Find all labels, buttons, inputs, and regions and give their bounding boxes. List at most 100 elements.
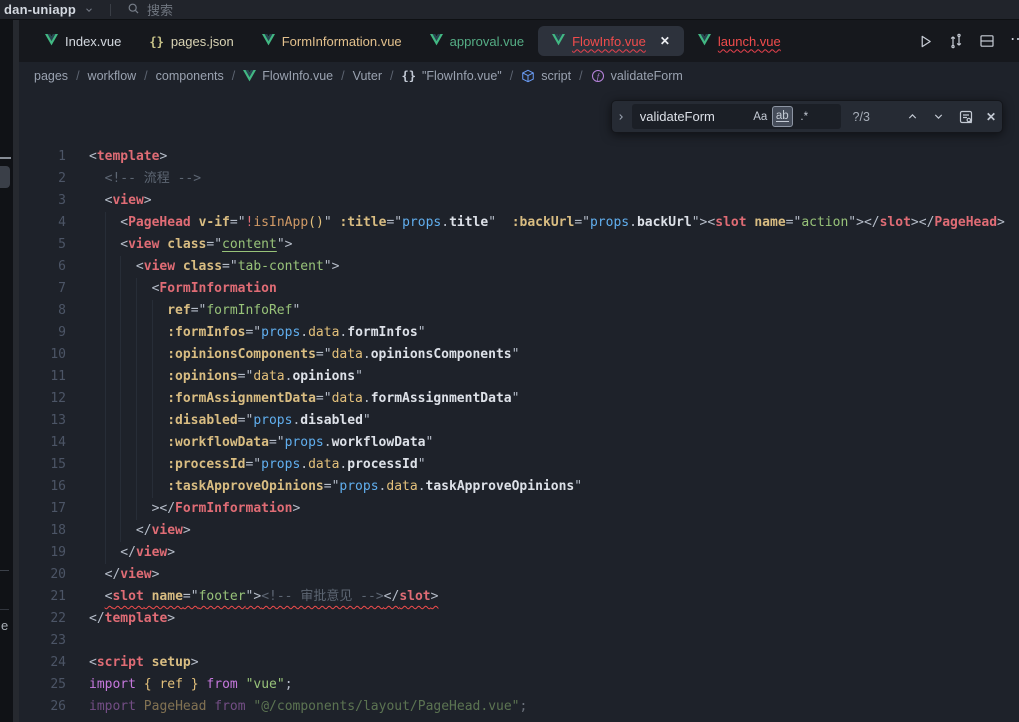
line-content: <view class="tab-content"> [89, 256, 339, 278]
token: . [324, 435, 332, 450]
line-number: 2 [19, 168, 66, 190]
indent-guide [105, 278, 121, 300]
breadcrumb-item-script[interactable]: script [519, 69, 573, 83]
find-in-selection-button[interactable] [958, 109, 974, 125]
line-number: 1 [19, 146, 66, 168]
breadcrumb: pages/workflow/components/FlowInfo.vue/V… [19, 62, 1019, 90]
tab-label: Index.vue [65, 34, 121, 49]
indent-guide [136, 432, 152, 454]
tab-launch-vue[interactable]: launch.vue [684, 26, 795, 56]
token: opinions [292, 369, 355, 384]
token: " [418, 457, 426, 472]
tab-flowinfo-vue[interactable]: FlowInfo.vue✕ [538, 26, 684, 56]
project-menu[interactable]: dan-uniapp [4, 2, 76, 17]
find-widget: Aa ab .* ?/3 ✕ [611, 100, 1003, 133]
token: "@/components/layout/PageHead.vue" [253, 699, 519, 714]
token: ref [167, 303, 190, 318]
line-number: 4 [19, 212, 66, 234]
divider [110, 4, 111, 16]
find-nav [906, 109, 974, 125]
token: < [89, 655, 97, 670]
indent-guide [105, 234, 121, 256]
token: slot [112, 589, 143, 604]
token: > [292, 501, 300, 516]
token: > [152, 567, 160, 582]
line-number: 26 [19, 696, 66, 718]
token: ref [159, 677, 182, 692]
indent-guide [136, 278, 152, 300]
token: :backUrl [512, 215, 575, 230]
vue-icon [552, 34, 565, 49]
indent-guide [89, 564, 105, 586]
token: slot [715, 215, 746, 230]
breadcrumb-item-workflow[interactable]: workflow [86, 69, 139, 83]
find-input[interactable] [632, 109, 750, 124]
code-editor[interactable]: Aa ab .* ?/3 ✕ [19, 90, 1019, 722]
close-find-icon[interactable]: ✕ [986, 110, 996, 124]
error-squiggle: <slot name="footer"><!-- 审批意见 --></slot> [105, 589, 439, 604]
search-icon [127, 2, 140, 18]
breadcrumb-item--flowinfo-vue-[interactable]: {}"FlowInfo.vue" [400, 69, 504, 83]
global-search[interactable]: 搜索 [127, 0, 173, 19]
breadcrumb-separator: / [510, 69, 513, 83]
breadcrumb-item-pages[interactable]: pages [32, 69, 70, 83]
breadcrumb-item-components[interactable]: components [154, 69, 226, 83]
breadcrumb-label: script [541, 69, 571, 83]
token: </ [864, 215, 880, 230]
hidden-panel-sliver [0, 609, 9, 610]
token: props [261, 325, 300, 340]
whole-word-button[interactable]: ab [772, 106, 793, 127]
tab-approval-vue[interactable]: approval.vue [416, 26, 538, 56]
line-number: 19 [19, 542, 66, 564]
breadcrumb-label: components [156, 69, 224, 83]
token: template [105, 611, 168, 626]
breadcrumb-item-validateform[interactable]: fvalidateForm [589, 69, 685, 83]
token: FormInformation [159, 281, 276, 296]
indent-guide [136, 388, 152, 410]
breadcrumb-separator: / [390, 69, 393, 83]
line-number: 16 [19, 476, 66, 498]
next-match-button[interactable] [932, 110, 945, 123]
toggle-replace-button[interactable] [612, 101, 630, 132]
token: > [997, 215, 1005, 230]
token: view [120, 567, 151, 582]
code-line: 10:opinionsComponents="data.opinionsComp… [19, 344, 1019, 366]
token [144, 589, 152, 604]
token: class [167, 237, 206, 252]
match-case-button[interactable]: Aa [750, 106, 771, 127]
line-content: ref="formInfoRef" [89, 300, 300, 322]
line-content: import PageHead from "@/components/layou… [89, 696, 527, 718]
run-button[interactable] [918, 34, 933, 49]
compare-changes-button[interactable] [948, 33, 964, 49]
token: "> [246, 589, 262, 604]
indent-guide [89, 410, 105, 432]
token: " [324, 215, 340, 230]
tab-pages-json[interactable]: {}pages.json [135, 26, 247, 56]
tab-forminformation-vue[interactable]: FormInformation.vue [248, 26, 416, 56]
token: =" [316, 391, 332, 406]
breadcrumb-item-vuter[interactable]: Vuter [351, 69, 384, 83]
indent-guide [105, 300, 121, 322]
line-number: 22 [19, 608, 66, 630]
split-editor-button[interactable] [979, 33, 995, 49]
previous-match-button[interactable] [906, 110, 919, 123]
close-tab-icon[interactable]: ✕ [660, 34, 670, 48]
indent-guide [105, 410, 121, 432]
indent-guide [136, 410, 152, 432]
indent-guide [89, 212, 105, 234]
more-actions-button[interactable]: ⋯ [1010, 29, 1019, 53]
regex-button[interactable]: .* [794, 106, 815, 127]
breadcrumb-item-flowinfo-vue[interactable]: FlowInfo.vue [241, 69, 335, 83]
tab-label: FormInformation.vue [282, 34, 402, 49]
token: data [253, 369, 284, 384]
indent-guide [152, 410, 168, 432]
hidden-panel-handle[interactable] [0, 166, 10, 188]
code-area[interactable]: 1<template>2<!-- 流程 -->3<view>4<PageHead… [19, 90, 1019, 718]
token: disabled [300, 413, 363, 428]
indent-guide [120, 388, 136, 410]
indent-guide [136, 454, 152, 476]
indent-guide [120, 454, 136, 476]
token: . [629, 215, 637, 230]
token: > [911, 215, 919, 230]
tab-index-vue[interactable]: Index.vue [31, 26, 135, 56]
